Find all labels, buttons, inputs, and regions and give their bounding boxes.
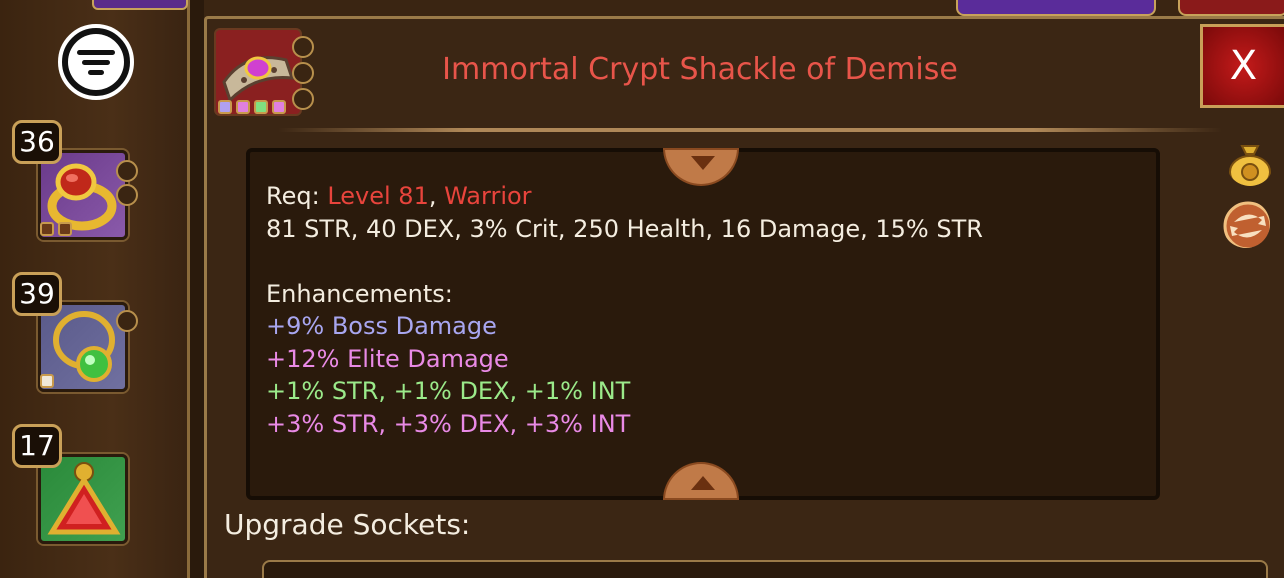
socket-dot [116, 160, 138, 182]
filter-button[interactable] [58, 24, 134, 100]
mini-slot [40, 222, 54, 236]
item-level-badge: 39 [12, 272, 62, 316]
ring-icon [47, 163, 117, 231]
base-stats: 81 STR, 40 DEX, 3% Crit, 250 Health, 16 … [266, 214, 983, 243]
enhancement-line: +3% STR, +3% DEX, +3% INT [266, 409, 631, 438]
upgrade-sockets-area[interactable] [262, 560, 1268, 578]
upgrade-sockets-heading: Upgrade Sockets: [224, 508, 471, 541]
mini-slot [58, 222, 72, 236]
top-tab-right[interactable] [1178, 0, 1284, 16]
close-button[interactable]: X [1200, 24, 1284, 108]
top-tab-left[interactable] [92, 0, 188, 10]
socket-dot [292, 36, 314, 58]
mini-slot [218, 100, 232, 114]
item-level-badge: 36 [12, 120, 62, 164]
socket-dot [292, 62, 314, 84]
title-divider [278, 128, 1222, 132]
gold-bag-icon[interactable] [1226, 138, 1274, 186]
socket-dot [292, 88, 314, 110]
req-level: Level 81 [327, 182, 429, 210]
mini-slot [236, 100, 250, 114]
item-title: Immortal Crypt Shackle of Demise [442, 52, 958, 87]
req-label: Req: [266, 182, 328, 210]
mini-slot [272, 100, 286, 114]
filter-icon [68, 34, 124, 90]
enhancement-line: +9% Boss Damage [266, 312, 497, 340]
socket-dot [116, 310, 138, 332]
mini-slot [254, 100, 268, 114]
swap-icon[interactable] [1222, 200, 1270, 248]
mini-slot [40, 374, 54, 388]
req-class: Warrior [444, 182, 532, 210]
talisman-icon [47, 462, 121, 535]
item-description-box: Req: Level 81, Warrior 81 STR, 40 DEX, 3… [246, 148, 1160, 500]
chevron-down-icon [691, 156, 715, 170]
req-separator: , [428, 182, 445, 210]
item-level-badge: 17 [12, 424, 62, 468]
socket-dot [116, 184, 138, 206]
chevron-up-icon [691, 476, 715, 490]
item-description: Req: Level 81, Warrior 81 STR, 40 DEX, 3… [266, 180, 1140, 440]
sidebar-border [190, 0, 204, 578]
amulet-icon [53, 311, 115, 382]
enhancement-line: +12% Elite Damage [266, 344, 509, 373]
enhancements-heading: Enhancements: [266, 279, 453, 308]
enhancement-line: +1% STR, +1% DEX, +1% INT [266, 377, 631, 405]
top-tab-mid[interactable] [956, 0, 1156, 16]
